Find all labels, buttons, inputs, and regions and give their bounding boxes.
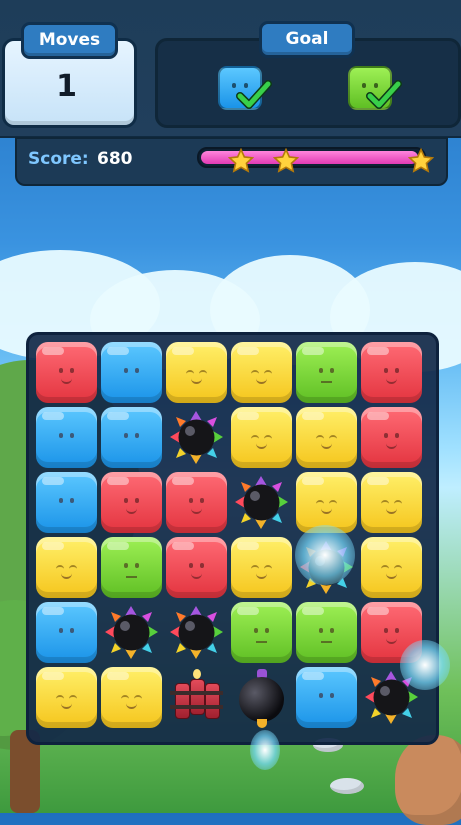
star-icon xyxy=(408,148,434,173)
yellow-block-tile[interactable] xyxy=(231,407,292,468)
blue-block-tile[interactable] xyxy=(296,667,357,728)
spiked-bomb-tile[interactable] xyxy=(166,602,227,663)
moves-value: 1 xyxy=(56,69,77,104)
sparkle-effect xyxy=(250,730,280,770)
moves-label: Moves xyxy=(21,22,118,59)
blue-block-tile[interactable] xyxy=(36,407,97,468)
yellow-block-tile[interactable] xyxy=(101,667,162,728)
green-block-tile[interactable] xyxy=(101,537,162,598)
sparkle-effect xyxy=(295,525,355,585)
green-block-tile[interactable] xyxy=(231,602,292,663)
yellow-block-tile[interactable] xyxy=(36,537,97,598)
yellow-block-tile[interactable] xyxy=(296,407,357,468)
red-block-tile[interactable] xyxy=(361,407,422,468)
yellow-block-tile[interactable] xyxy=(166,342,227,403)
sparkle-effect xyxy=(400,640,450,690)
yellow-block-tile[interactable] xyxy=(36,667,97,728)
yellow-block-tile[interactable] xyxy=(231,342,292,403)
red-block-tile[interactable] xyxy=(166,472,227,533)
star-icon xyxy=(273,148,299,173)
blue-block-tile[interactable] xyxy=(101,407,162,468)
red-block-tile[interactable] xyxy=(166,537,227,598)
black-bomb-tile[interactable] xyxy=(231,667,292,728)
yellow-block-tile[interactable] xyxy=(361,537,422,598)
checkmark-icon xyxy=(366,80,402,109)
spiked-bomb-tile[interactable] xyxy=(231,472,292,533)
spiked-bomb-tile[interactable] xyxy=(101,602,162,663)
red-block-tile[interactable] xyxy=(36,342,97,403)
yellow-block-tile[interactable] xyxy=(296,472,357,533)
blue-block-tile[interactable] xyxy=(101,342,162,403)
goal-label: Goal xyxy=(259,21,355,58)
score-value: 680 xyxy=(97,149,133,169)
game-board xyxy=(26,332,439,745)
red-block-tile[interactable] xyxy=(361,342,422,403)
dynamite-tile[interactable] xyxy=(166,667,227,728)
green-block-tile[interactable] xyxy=(296,602,357,663)
spiked-bomb-tile[interactable] xyxy=(166,407,227,468)
blue-block-tile[interactable] xyxy=(36,472,97,533)
yellow-block-tile[interactable] xyxy=(231,537,292,598)
red-block-tile[interactable] xyxy=(101,472,162,533)
star-icon xyxy=(228,148,254,173)
yellow-block-tile[interactable] xyxy=(361,472,422,533)
score-label: Score: xyxy=(28,149,89,169)
blue-block-tile[interactable] xyxy=(36,602,97,663)
checkmark-icon xyxy=(236,80,272,109)
green-block-tile[interactable] xyxy=(296,342,357,403)
